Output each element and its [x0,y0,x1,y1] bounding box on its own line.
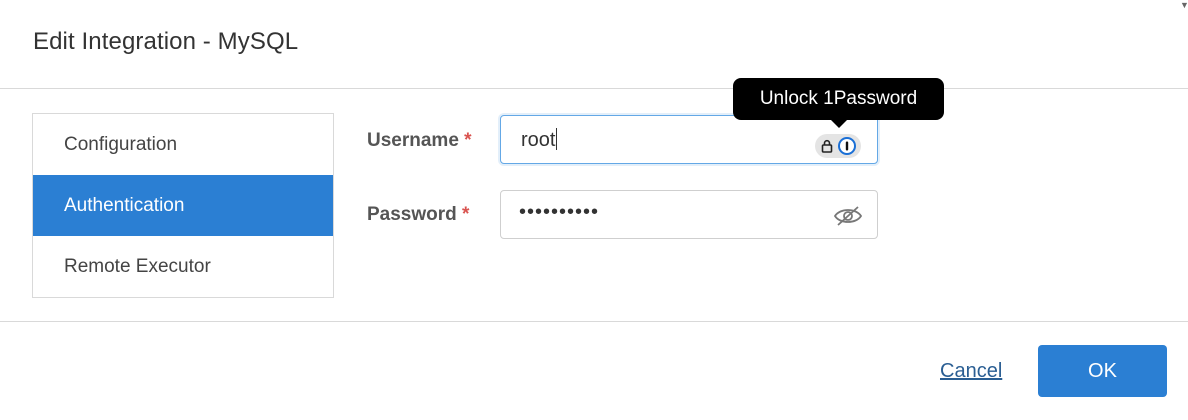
scroll-caret-icon: ▼ [1180,0,1188,10]
settings-nav: Configuration Authentication Remote Exec… [32,113,334,298]
eye-slash-icon[interactable] [833,205,863,227]
nav-item-remote-executor[interactable]: Remote Executor [33,236,333,297]
footer-divider [0,321,1188,322]
onepassword-button[interactable] [815,134,861,158]
nav-item-configuration[interactable]: Configuration [33,114,333,175]
cancel-button[interactable]: Cancel [940,360,1002,383]
text-caret [556,128,558,150]
lock-icon [821,139,833,153]
nav-item-authentication[interactable]: Authentication [33,175,333,236]
ok-button[interactable]: OK [1038,345,1167,397]
required-mark: * [462,204,470,225]
username-label: Username * [367,130,472,152]
onepassword-tooltip: Unlock 1Password [733,78,944,128]
password-label-text: Password [367,204,457,225]
username-value-text: root [521,129,556,151]
username-value: root [521,128,558,152]
password-input[interactable]: •••••••••• [500,190,878,239]
dialog-header: Edit Integration - MySQL ▼ [0,0,1188,89]
username-input[interactable]: root [500,115,878,164]
password-label: Password * [367,204,469,226]
username-label-text: Username [367,130,459,151]
password-value: •••••••••• [519,201,600,223]
dialog-title: Edit Integration - MySQL [33,28,299,55]
onepassword-icon [838,137,856,155]
required-mark: * [464,130,472,151]
edit-integration-dialog: Edit Integration - MySQL ▼ Configuration… [0,0,1188,420]
